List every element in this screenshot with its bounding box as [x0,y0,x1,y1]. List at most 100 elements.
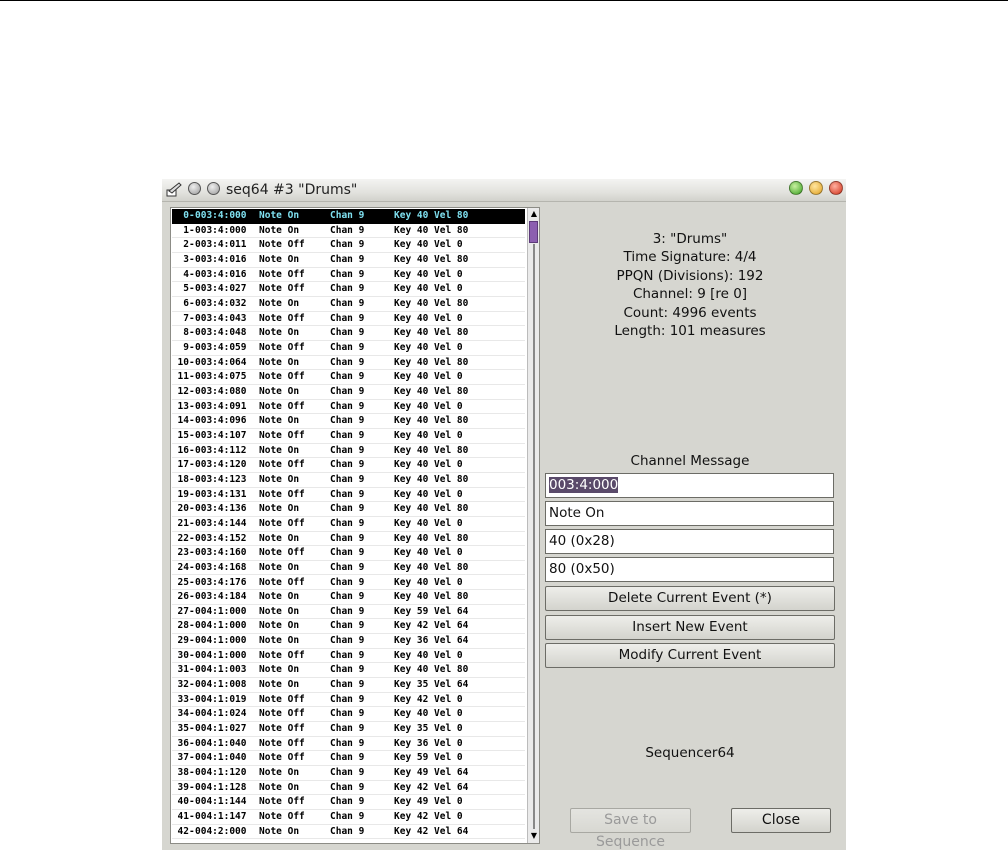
modify-event-button[interactable]: Modify Current Event [545,643,835,668]
event-channel: Chan 9 [330,268,365,280]
event-index-dash: - [189,444,195,456]
event-row[interactable]: 20-003:4:136 Note On Chan 9 Key 40 Vel 80 [172,502,525,517]
event-row[interactable]: 13-003:4:091 Note Off Chan 9 Key 40 Vel 0 [172,400,525,415]
event-row[interactable]: 37-004:1:040 Note Off Chan 9 Key 59 Vel 0 [172,751,525,767]
event-row[interactable]: 39-004:1:128 Note On Chan 9 Key 42 Vel 64 [172,781,525,796]
event-row[interactable]: 35-004:1:027 Note Off Chan 9 Key 35 Vel 0 [172,722,525,737]
event-row[interactable]: 7-003:4:043 Note Off Chan 9 Key 40 Vel 0 [172,312,525,327]
event-channel: Chan 9 [330,591,365,603]
event-row[interactable]: 17-003:4:120 Note Off Chan 9 Key 40 Vel 0 [172,458,525,473]
event-channel: Chan 9 [330,415,365,427]
event-message: Note Off [259,341,305,353]
maximize-icon[interactable] [809,181,823,195]
event-row[interactable]: 4-003:4:016 Note Off Chan 9 Key 40 Vel 0 [172,268,525,283]
event-index-dash: - [189,371,195,383]
event-row[interactable]: 6-003:4:032 Note On Chan 9 Key 40 Vel 80 [172,297,525,312]
event-data: Key 40 Vel 0 [394,239,463,251]
event-row[interactable]: 30-004:1:000 Note Off Chan 9 Key 40 Vel 0 [172,649,525,664]
title-bar[interactable]: seq64 #3 "Drums" [162,179,846,202]
event-time: 004:1:040 [195,737,247,749]
delete-event-button[interactable]: Delete Current Event (*) [545,586,835,611]
insert-event-button[interactable]: Insert New Event [545,615,835,640]
event-time: 003:4:027 [195,283,247,295]
event-row[interactable]: 14-003:4:096 Note On Chan 9 Key 40 Vel 80 [172,414,525,429]
event-message: Note On [259,679,300,691]
event-index: 27 [177,605,189,617]
event-channel: Chan 9 [330,737,365,749]
event-index-dash: - [189,283,195,295]
data1-field[interactable]: 40 (0x28) [545,529,834,554]
event-row[interactable]: 33-004:1:019 Note Off Chan 9 Key 42 Vel 0 [172,693,525,708]
minimize-icon[interactable] [789,181,803,195]
event-row[interactable]: 26-003:4:184 Note On Chan 9 Key 40 Vel 80 [172,590,525,605]
event-row[interactable]: 1-003:4:000 Note On Chan 9 Key 40 Vel 80 [172,224,525,239]
event-message: Note On [259,503,300,515]
event-channel: Chan 9 [330,283,365,295]
event-data: Key 35 Vel 64 [394,679,469,691]
event-list-scrollbar[interactable]: ▲ ▼ [527,208,539,843]
event-message: Note Off [259,811,305,823]
event-row[interactable]: 18-003:4:123 Note On Chan 9 Key 40 Vel 80 [172,473,525,488]
event-row[interactable]: 12-003:4:080 Note On Chan 9 Key 40 Vel 80 [172,385,525,400]
event-row[interactable]: 38-004:1:120 Note On Chan 9 Key 49 Vel 64 [172,766,525,781]
event-row[interactable]: 42-004:2:000 Note On Chan 9 Key 42 Vel 64 [172,825,525,840]
event-row[interactable]: 25-003:4:176 Note Off Chan 9 Key 40 Vel 0 [172,576,525,591]
event-row[interactable]: 36-004:1:040 Note Off Chan 9 Key 36 Vel 0 [172,737,525,752]
event-row[interactable]: 2-003:4:011 Note Off Chan 9 Key 40 Vel 0 [172,238,525,253]
event-time: 003:4:000 [195,210,247,221]
shade-button[interactable] [188,182,201,195]
event-row[interactable]: 19-003:4:131 Note Off Chan 9 Key 40 Vel 0 [172,488,525,503]
event-index-dash: - [189,268,195,280]
event-list[interactable]: 0-003:4:000 Note On Chan 9 Key 40 Vel 80 1-0… [170,207,540,844]
event-message: Note On [259,210,300,221]
event-row[interactable]: 28-004:1:000 Note On Chan 9 Key 42 Vel 64 [172,619,525,635]
event-row[interactable]: 10-003:4:064 Note On Chan 9 Key 40 Vel 80 [172,356,525,371]
sequence-name: 3: "Drums" [652,231,728,247]
event-channel: Chan 9 [330,341,365,353]
event-index: 31 [177,664,189,676]
event-row[interactable]: 16-003:4:112 Note On Chan 9 Key 40 Vel 80 [172,444,525,459]
event-row[interactable]: 41-004:1:147 Note Off Chan 9 Key 42 Vel 0 [172,810,525,825]
event-channel: Chan 9 [330,664,365,676]
event-message: Note Off [259,547,305,559]
event-row[interactable]: 5-003:4:027 Note Off Chan 9 Key 40 Vel 0 [172,282,525,297]
event-time: 004:1:024 [195,708,247,720]
event-row[interactable]: 22-003:4:152 Note On Chan 9 Key 40 Vel 80 [172,532,525,547]
event-row[interactable]: 24-003:4:168 Note On Chan 9 Key 40 Vel 80 [172,561,525,576]
event-row[interactable]: 11-003:4:075 Note Off Chan 9 Key 40 Vel 0 [172,370,525,385]
event-index-dash: - [189,400,195,412]
save-to-sequence-button[interactable]: Save to Sequence [570,808,691,850]
scroll-track[interactable] [533,244,535,829]
scroll-up-icon[interactable]: ▲ [529,209,539,219]
event-row[interactable]: 15-003:4:107 Note Off Chan 9 Key 40 Vel 0 [172,429,525,444]
channel-info: Channel: 9 [re 0] [632,286,748,302]
scroll-down-icon[interactable]: ▼ [529,831,539,841]
event-row[interactable]: 3-003:4:016 Note On Chan 9 Key 40 Vel 80 [172,253,525,268]
scroll-thumb[interactable] [529,221,538,243]
event-time: 003:4:016 [195,253,247,265]
event-row[interactable]: 0-003:4:000 Note On Chan 9 Key 40 Vel 80 [172,209,525,224]
event-data: Key 40 Vel 80 [394,297,469,309]
event-row[interactable]: 8-003:4:048 Note On Chan 9 Key 40 Vel 80 [172,326,525,341]
event-data: Key 40 Vel 0 [394,708,463,720]
event-row[interactable]: 27-004:1:000 Note On Chan 9 Key 59 Vel 64 [172,605,525,620]
message-field[interactable]: Note On [545,501,834,526]
event-row[interactable]: 31-004:1:003 Note On Chan 9 Key 40 Vel 80 [172,663,525,679]
event-message: Note Off [259,517,305,529]
stick-button[interactable] [207,182,220,195]
close-button[interactable]: Close [731,808,831,833]
timestamp-field[interactable]: 003:4:000 [545,473,834,498]
data2-field[interactable]: 80 (0x50) [545,557,834,582]
event-row[interactable]: 9-003:4:059 Note Off Chan 9 Key 40 Vel 0 [172,341,525,356]
event-row[interactable]: 23-003:4:160 Note Off Chan 9 Key 40 Vel 0 [172,546,525,561]
event-row[interactable]: 40-004:1:144 Note Off Chan 9 Key 49 Vel 0 [172,795,525,811]
event-row[interactable]: 29-004:1:000 Note On Chan 9 Key 36 Vel 64 [172,634,525,649]
close-icon[interactable] [829,181,843,195]
event-row[interactable]: 34-004:1:024 Note Off Chan 9 Key 40 Vel 0 [172,707,525,723]
event-channel: Chan 9 [330,605,365,617]
event-row[interactable]: 32-004:1:008 Note On Chan 9 Key 35 Vel 64 [172,678,525,693]
event-row[interactable]: 21-003:4:144 Note Off Chan 9 Key 40 Vel 0 [172,517,525,532]
event-index-dash: - [189,605,195,617]
event-index-dash: - [189,415,195,427]
event-index: 14 [177,415,189,427]
